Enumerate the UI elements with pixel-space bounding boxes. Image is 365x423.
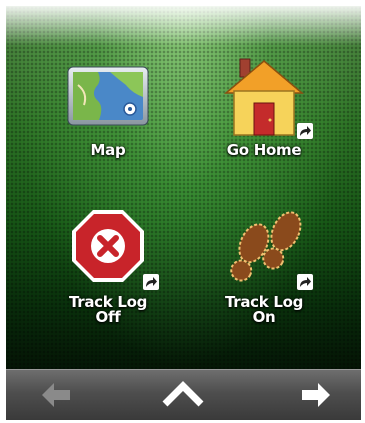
next-button[interactable] [276,370,356,420]
map-app-label: Map [90,141,126,159]
shortcut-badge [297,274,313,290]
go-home-app-label: Go Home [226,141,302,159]
shortcut-badge [297,123,313,139]
shortcut-arrow-icon [300,277,311,287]
track-log-off-app-button[interactable]: Track Log Off [33,206,183,356]
app-grid-screen: Map Go Home Track Log Off Track Log On [6,6,361,369]
track-log-on-app-button[interactable]: Track Log On [189,206,339,356]
track-log-off-label-line2: Off [95,308,121,326]
go-home-app-button[interactable]: Go Home [189,53,339,203]
chevron-up-icon [162,381,204,407]
device-frame: Map Go Home Track Log Off Track Log On [6,6,361,420]
shortcut-badge [143,274,159,290]
back-button[interactable] [16,370,96,420]
scroll-up-button[interactable] [143,370,223,420]
bottom-navigation-bar [6,369,361,420]
arrow-left-icon [42,383,70,407]
arrow-right-icon [302,383,330,407]
map-app-button[interactable]: Map [33,57,183,207]
shortcut-arrow-icon [146,277,157,287]
shortcut-arrow-icon [300,126,311,136]
track-log-on-label-line2: On [252,308,276,326]
map-icon [58,57,158,149]
